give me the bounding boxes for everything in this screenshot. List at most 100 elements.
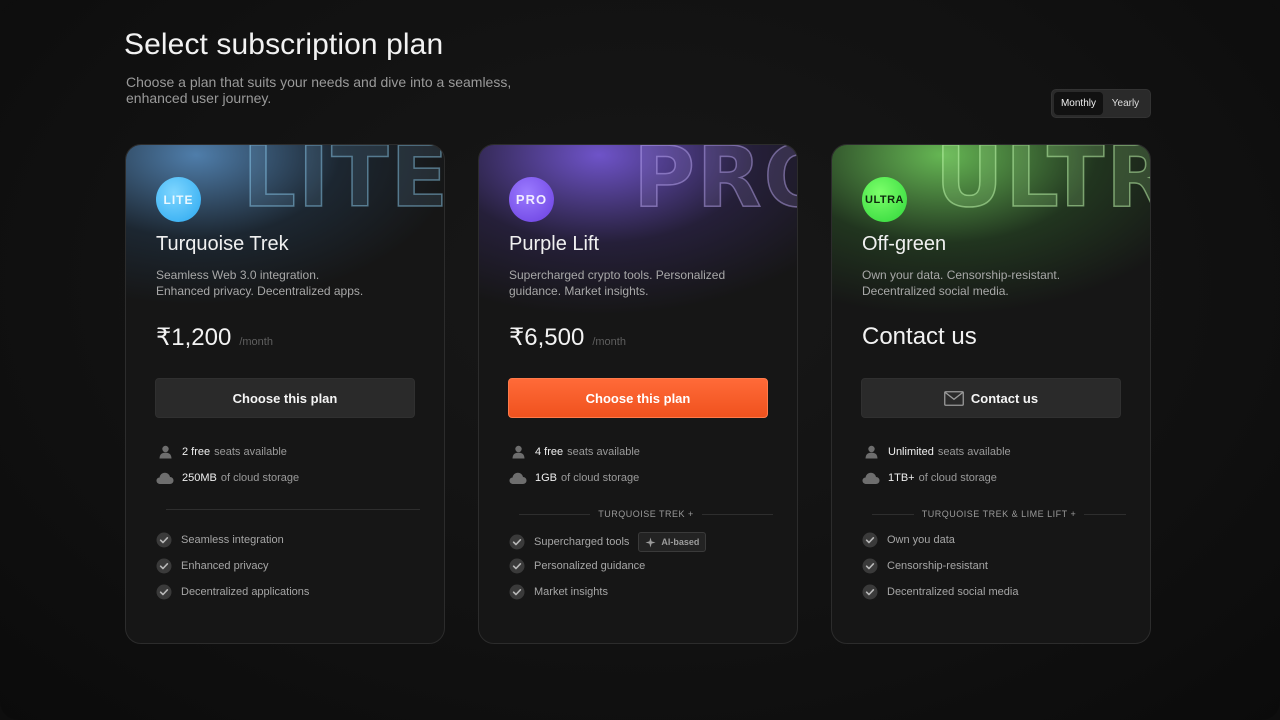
benefit-text: Own you data: [887, 534, 955, 546]
benefit-text: Decentralized social media: [887, 586, 1019, 598]
page-subtitle: Choose a plan that suits your needs and …: [126, 74, 512, 106]
feature-storage: 1GB of cloud storage: [509, 470, 639, 486]
benefit-item: Censorship-resistant: [862, 558, 988, 574]
divider-line: [872, 513, 914, 515]
divider-line: [1084, 513, 1127, 515]
feature-storage: 1TB+ of cloud storage: [862, 470, 997, 486]
billing-period-toggle: Monthly Yearly: [1051, 89, 1151, 118]
feature-seats: 2 free seats available: [156, 444, 287, 460]
benefit-text: Censorship-resistant: [887, 560, 988, 572]
plan-description: Supercharged crypto tools. Personalized …: [509, 268, 769, 299]
benefit-item: Decentralized applications: [156, 584, 309, 600]
plan-watermark: PRO: [633, 144, 797, 226]
price-row: ₹1,200 /month: [156, 323, 273, 352]
plan-watermark: LITE: [242, 144, 445, 226]
page-title: Select subscription plan: [124, 28, 444, 61]
plan-description-line: Supercharged crypto tools. Personalized: [509, 268, 726, 282]
plan-price: ₹1,200: [156, 324, 232, 351]
benefit-item: Decentralized social media: [862, 584, 1018, 600]
benefit-item: Supercharged tools AI-based: [509, 532, 707, 552]
plan-card-ultra: ULTRA ULTRA Off-green Own your data. Cen…: [831, 144, 1151, 644]
benefit-text: Supercharged tools: [534, 536, 630, 548]
check-icon: [509, 558, 525, 574]
price-unit: /month: [592, 336, 626, 348]
divider-label: TURQUOISE TREK & LIME LIFT +: [921, 509, 1077, 519]
check-icon: [862, 584, 878, 600]
plan-card-lite: LITE LITE Turquoise Trek Seamless Web 3.…: [125, 144, 445, 644]
plan-price: ₹6,500: [509, 324, 585, 351]
plan-description-line: Own your data. Censorship-resistant.: [862, 268, 1061, 282]
price-unit: /month: [239, 336, 273, 348]
feature-seats: 4 free seats available: [509, 444, 640, 460]
plan-badge: LITE: [156, 177, 201, 222]
toggle-monthly[interactable]: Monthly: [1054, 92, 1103, 115]
section-divider: [166, 509, 420, 510]
cloud-icon: [862, 470, 880, 486]
plan-badge: ULTRA: [862, 177, 907, 222]
section-divider: TURQUOISE TREK +: [519, 509, 774, 519]
feature-text: of cloud storage: [220, 472, 300, 484]
feature-highlight: Unlimited: [888, 446, 934, 458]
plan-name: Off-green: [862, 233, 947, 255]
feature-text: of cloud storage: [918, 472, 997, 484]
divider-line: [166, 509, 420, 510]
feature-text: seats available: [937, 446, 1011, 458]
benefit-item: Seamless integration: [156, 532, 284, 548]
divider-line: [519, 513, 591, 515]
benefit-text: Decentralized applications: [181, 586, 310, 598]
feature-seats: Unlimited seats available: [862, 444, 1011, 460]
plan-description: Own your data. Censorship-resistant. Dec…: [862, 268, 1122, 299]
feature-highlight: 2 free: [182, 446, 211, 458]
benefit-item: Enhanced privacy: [156, 558, 268, 574]
contact-us-button[interactable]: Contact us: [861, 378, 1121, 418]
plan-badge: PRO: [509, 177, 554, 222]
mail-icon: [944, 390, 964, 406]
plan-card-pro: PRO PRO Purple Lift Supercharged crypto …: [478, 144, 798, 644]
plan-description-line: guidance. Market insights.: [509, 283, 649, 298]
user-icon: [862, 444, 880, 460]
feature-text: of cloud storage: [561, 472, 640, 484]
check-icon: [156, 532, 172, 548]
feature-highlight: 250MB: [182, 472, 217, 484]
check-icon: [156, 584, 172, 600]
user-icon: [509, 444, 527, 460]
benefit-item: Personalized guidance: [509, 558, 645, 574]
check-icon: [862, 532, 878, 548]
toggle-yearly[interactable]: Yearly: [1103, 92, 1148, 115]
benefit-text: Seamless integration: [181, 534, 284, 546]
contact-us-label: Contact us: [970, 390, 1039, 406]
choose-plan-button[interactable]: Choose this plan: [155, 378, 415, 418]
benefit-text: Market insights: [534, 586, 608, 598]
divider-line: [701, 513, 774, 515]
check-icon: [862, 558, 878, 574]
benefit-text: Personalized guidance: [534, 560, 646, 572]
feature-highlight: 1GB: [535, 472, 558, 484]
section-divider: TURQUOISE TREK & LIME LIFT +: [872, 509, 1127, 519]
plan-price: Contact us: [862, 323, 977, 350]
feature-highlight: 4 free: [535, 446, 564, 458]
plan-description: Seamless Web 3.0 integration. Enhanced p…: [156, 268, 416, 299]
check-icon: [509, 534, 525, 550]
plan-name: Purple Lift: [509, 233, 600, 255]
check-icon: [156, 558, 172, 574]
cloud-icon: [156, 470, 174, 486]
plan-watermark: ULTRA: [934, 144, 1150, 226]
sparkle-icon: [645, 537, 656, 548]
benefit-item: Own you data: [862, 532, 955, 548]
feature-text: seats available: [214, 446, 287, 458]
divider-label: TURQUOISE TREK +: [598, 509, 694, 519]
benefit-text: Enhanced privacy: [181, 560, 269, 572]
plan-description-line: Decentralized social media.: [862, 283, 1009, 298]
choose-plan-button[interactable]: Choose this plan: [508, 378, 768, 418]
check-icon: [509, 584, 525, 600]
ai-tag-label: AI-based: [661, 537, 700, 547]
feature-highlight: 1TB+: [888, 472, 915, 484]
feature-storage: 250MB of cloud storage: [156, 470, 299, 486]
user-icon: [156, 444, 174, 460]
price-row: ₹6,500 /month: [509, 323, 626, 352]
price-row: Contact us: [862, 323, 977, 351]
plan-description-line: Enhanced privacy. Decentralized apps.: [156, 283, 364, 298]
plan-description-line: Seamless Web 3.0 integration.: [156, 268, 320, 282]
benefit-item: Market insights: [509, 584, 608, 600]
plan-name: Turquoise Trek: [156, 233, 289, 255]
